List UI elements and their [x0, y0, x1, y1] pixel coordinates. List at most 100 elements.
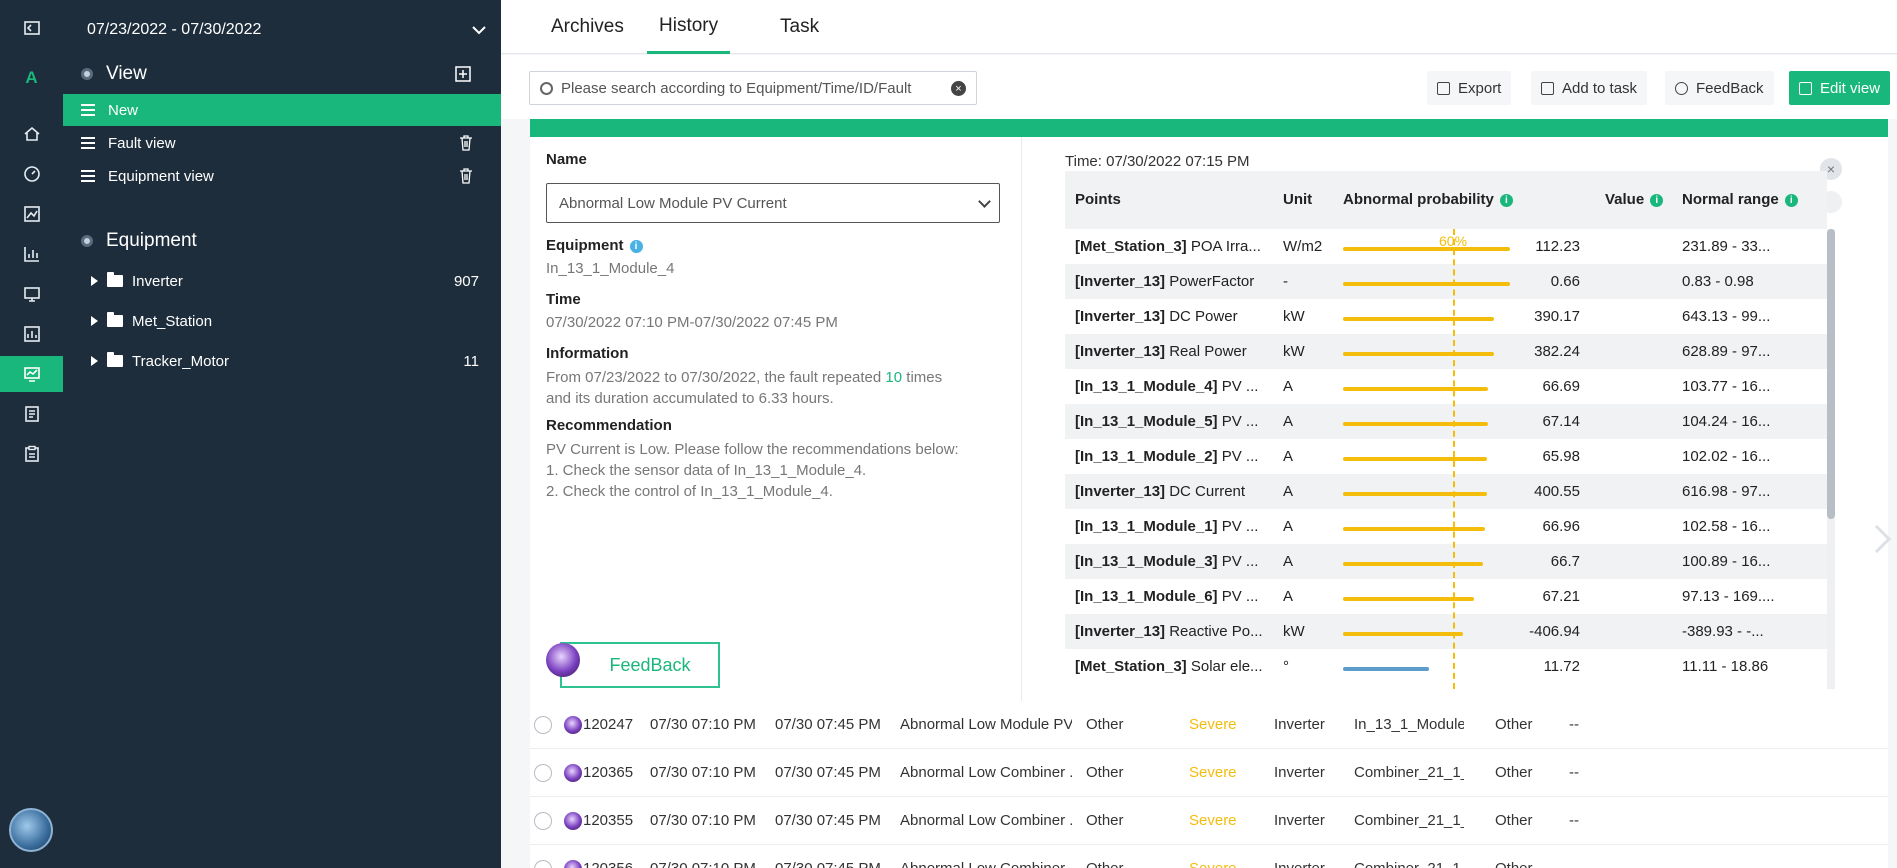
- chevron-down-icon: [978, 195, 991, 208]
- info-icon[interactable]: i: [1650, 194, 1664, 207]
- point-unit: W/m2: [1283, 238, 1323, 255]
- point-value: 390.17: [1534, 308, 1580, 325]
- feedback-card[interactable]: FeedBack: [546, 636, 720, 688]
- points-row[interactable]: [Inverter_13] DC Current A 400.55 616.98 - …: [1065, 474, 1827, 509]
- fault-type: Other: [1086, 764, 1124, 781]
- fault-equipment: Combiner_21_1_9: [1354, 764, 1464, 781]
- points-row[interactable]: [Inverter_13] Reactive Po... kW -406.94 -38…: [1065, 614, 1827, 649]
- col-value: Value i: [1605, 191, 1664, 208]
- point-unit: kW: [1283, 308, 1305, 325]
- view-item-equipment-view[interactable]: Equipment view: [63, 160, 501, 192]
- caret-right-icon[interactable]: [91, 276, 98, 286]
- fault-row[interactable]: 120365 07/30 07:10 PM 07/30 07:45 PM Abnorm…: [530, 749, 1888, 797]
- points-row[interactable]: [Inverter_13] Real Power kW 382.24 628.89 -…: [1065, 334, 1827, 369]
- assistant-bot-icon: [564, 812, 582, 830]
- feedback-toolbar-button[interactable]: FeedBack: [1665, 71, 1774, 105]
- edit-view-button[interactable]: Edit view: [1789, 71, 1891, 105]
- info-icon[interactable]: i: [629, 240, 643, 253]
- points-row[interactable]: [In_13_1_Module_3] PV ... A 66.7 100.89 - 1…: [1065, 544, 1827, 579]
- point-source: [In_13_1_Module_2]: [1075, 448, 1218, 465]
- name-label: Name: [546, 151, 587, 168]
- fault-row[interactable]: 120356 07/30 07:10 PM 07/30 07:45 PM Abnorm…: [530, 845, 1888, 868]
- add-view-icon[interactable]: [455, 66, 471, 82]
- probability-bar: [1343, 492, 1487, 496]
- dashboard-icon[interactable]: [0, 156, 63, 192]
- tree-item-inverter[interactable]: Inverter 907: [63, 266, 501, 296]
- document-icon[interactable]: [0, 396, 63, 432]
- fault-monitor-icon[interactable]: [0, 356, 63, 392]
- view-item-new[interactable]: New: [63, 94, 501, 126]
- points-row[interactable]: [Met_Station_3] Solar ele... ° 11.72 11.11 …: [1065, 649, 1827, 684]
- point-name: [In_13_1_Module_2] PV ...: [1075, 448, 1275, 465]
- report-icon[interactable]: [0, 316, 63, 352]
- points-scroll-thumb[interactable]: [1827, 229, 1835, 519]
- fault-row[interactable]: 120355 07/30 07:10 PM 07/30 07:45 PM Abnorm…: [530, 797, 1888, 845]
- fault-name-select[interactable]: Abnormal Low Module PV Current: [546, 183, 1000, 223]
- add-to-task-button[interactable]: Add to task: [1531, 71, 1648, 105]
- points-row[interactable]: [In_13_1_Module_4] PV ... A 66.69 103.77 - …: [1065, 369, 1827, 404]
- caret-right-icon[interactable]: [91, 316, 98, 326]
- points-row[interactable]: [In_13_1_Module_6] PV ... A 67.21 97.13 - 1…: [1065, 579, 1827, 614]
- user-avatar[interactable]: [9, 808, 53, 852]
- info-icon[interactable]: i: [1499, 194, 1513, 207]
- fault-end: 07/30 07:45 PM: [775, 812, 881, 829]
- point-range: 100.89 - 16...: [1682, 553, 1771, 570]
- tab-archives[interactable]: Archives: [551, 0, 624, 54]
- analytics-icon[interactable]: [0, 196, 63, 232]
- probability-bar: [1343, 317, 1494, 321]
- export-button[interactable]: Export: [1427, 71, 1512, 105]
- view-section-header: View: [81, 61, 481, 87]
- date-range-picker[interactable]: 07/23/2022 - 07/30/2022: [87, 18, 487, 42]
- fault-name: Abnormal Low Combiner ...: [900, 764, 1072, 781]
- recommendation-line: 1. Check the sensor data of In_13_1_Modu…: [546, 462, 867, 479]
- clear-search-icon[interactable]: ×: [951, 81, 966, 96]
- point-unit: A: [1283, 553, 1294, 570]
- fault-id: 120355: [583, 812, 634, 829]
- points-row[interactable]: [Inverter_13] PowerFactor -0.66 0.83 - 0.9…: [1065, 264, 1827, 299]
- home-icon[interactable]: [0, 116, 63, 152]
- row-select-radio[interactable]: [534, 812, 552, 830]
- view-item-fault-view[interactable]: Fault view: [63, 127, 501, 159]
- fault-type: Other: [1086, 860, 1166, 868]
- fault-end: 07/30 07:45 PM: [775, 716, 881, 733]
- fault-end: 07/30 07:45 PM: [775, 764, 881, 781]
- monitor-icon[interactable]: [0, 276, 63, 312]
- section-dot-icon: [81, 68, 93, 80]
- equipment-section-title: Equipment: [106, 230, 197, 251]
- info-icon[interactable]: i: [1784, 194, 1798, 207]
- caret-right-icon[interactable]: [91, 356, 98, 366]
- points-row[interactable]: [In_13_1_Module_1] PV ... A 66.96 102.58 - …: [1065, 509, 1827, 544]
- points-scrollbar[interactable]: [1827, 229, 1835, 689]
- tab-task[interactable]: Task: [780, 0, 819, 54]
- row-select-radio[interactable]: [534, 716, 552, 734]
- tree-item-tracker-motor[interactable]: Tracker_Motor 11: [63, 346, 501, 376]
- probability-bar: [1343, 352, 1494, 356]
- points-pane: Time: 07/30/2022 07:15 PM × Points Unit …: [1023, 137, 1888, 701]
- point-desc: PV ...: [1217, 553, 1259, 570]
- fault-category: Inverter: [1274, 764, 1325, 781]
- feedback-card-button[interactable]: FeedBack: [560, 642, 720, 688]
- trash-icon[interactable]: [459, 135, 473, 151]
- folder-icon: [107, 352, 123, 367]
- point-value: 0.66: [1550, 273, 1580, 290]
- points-row[interactable]: [In_13_1_Module_5] PV ... A 67.14 104.24 - …: [1065, 404, 1827, 439]
- row-select-radio[interactable]: [534, 764, 552, 782]
- assistant-bot-icon: [564, 860, 582, 868]
- points-row[interactable]: [In_13_1_Module_2] PV ... A 65.98 102.02 - …: [1065, 439, 1827, 474]
- search-input[interactable]: Please search according to Equipment/Tim…: [529, 71, 977, 105]
- point-value: 400.55: [1534, 483, 1580, 500]
- tree-item-met-station[interactable]: Met_Station: [63, 306, 501, 336]
- clipboard-icon[interactable]: [0, 436, 63, 472]
- trash-icon[interactable]: [459, 168, 473, 184]
- collapse-menu-icon[interactable]: [0, 10, 63, 46]
- assistant-bot-icon: [546, 643, 580, 677]
- fault-row[interactable]: 120247 07/30 07:10 PM 07/30 07:45 PM Abnorm…: [530, 701, 1888, 749]
- fault-id: 120356: [583, 860, 643, 868]
- selected-row-bar: [530, 119, 1888, 137]
- point-source: [Inverter_13]: [1075, 343, 1166, 360]
- points-row[interactable]: [Inverter_13] DC Power kW 390.17 643.13 - 9…: [1065, 299, 1827, 334]
- bar-chart-icon[interactable]: [0, 236, 63, 272]
- row-select-radio[interactable]: [534, 860, 552, 868]
- folder-icon: [107, 272, 123, 287]
- tab-history[interactable]: History: [647, 0, 731, 54]
